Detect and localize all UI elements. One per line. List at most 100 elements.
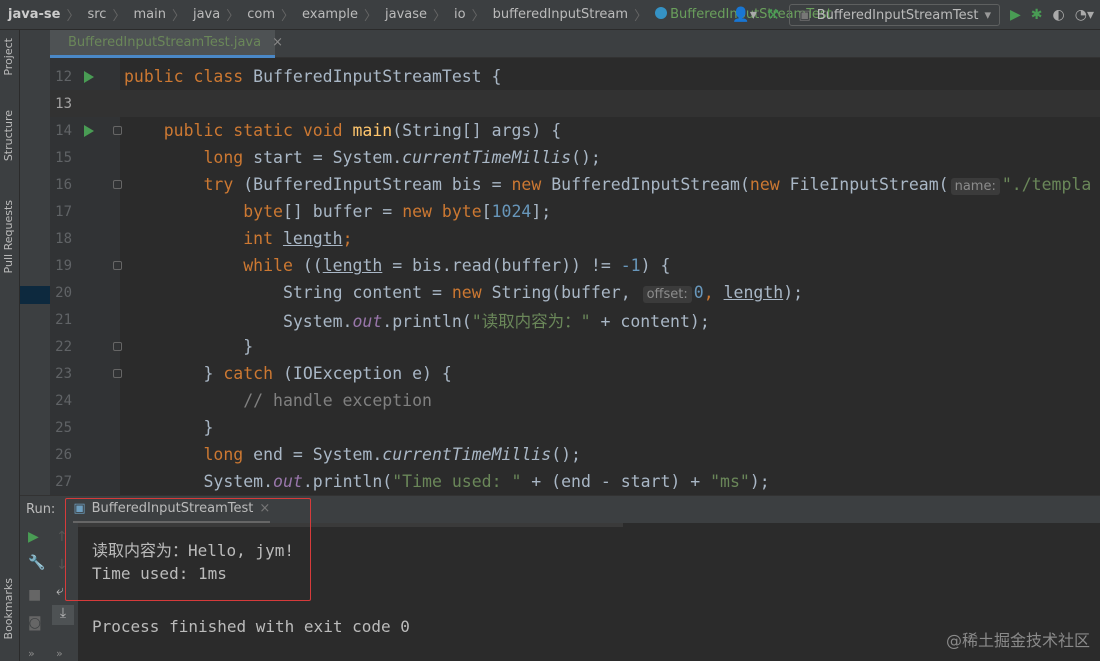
editor-tabs: BufferedInputStreamTest.java × bbox=[50, 30, 1100, 58]
code-token: + content); bbox=[590, 311, 710, 331]
more-icon[interactable]: » bbox=[28, 647, 35, 660]
breadcrumb-item[interactable]: src bbox=[87, 7, 106, 22]
code-token: = bis.read(buffer)) != bbox=[382, 256, 621, 275]
code-line: 14 public static void main(String[] args… bbox=[50, 117, 1100, 144]
tab-bufferedinputstreamtest[interactable]: BufferedInputStreamTest.java × bbox=[50, 30, 283, 58]
breadcrumb-item[interactable]: main bbox=[133, 7, 165, 22]
breadcrumb-label: java-se bbox=[8, 7, 61, 22]
pull-requests-tool-tab[interactable]: Pull Requests bbox=[2, 200, 15, 273]
breadcrumb-item[interactable]: example bbox=[302, 7, 358, 22]
build-hammer-icon[interactable]: ⚒ bbox=[767, 8, 780, 22]
line-number: 22 bbox=[55, 338, 72, 355]
bookmarks-tool-tab[interactable]: Bookmarks bbox=[2, 578, 15, 639]
run-configuration-select[interactable]: ▣ BufferedInputStreamTest ▾ bbox=[789, 4, 1001, 26]
code-token: new bbox=[451, 283, 492, 302]
fold-icon[interactable] bbox=[113, 261, 122, 270]
code-editor[interactable]: 12 public class BufferedInputStreamTest {… bbox=[50, 58, 1100, 495]
close-icon[interactable]: × bbox=[272, 35, 283, 50]
breadcrumb-item[interactable]: java bbox=[193, 7, 220, 22]
breadcrumb-separator: 〉 bbox=[226, 9, 240, 24]
code-text: } bbox=[124, 418, 213, 437]
code-token: ; bbox=[342, 229, 353, 248]
project-tool-tab[interactable]: Project bbox=[2, 38, 15, 76]
code-line: 18 int length; bbox=[50, 225, 1100, 252]
debug-icon[interactable]: ✱ bbox=[1031, 8, 1043, 22]
line-number: 18 bbox=[55, 230, 72, 247]
fold-icon[interactable] bbox=[113, 126, 122, 135]
run-gutter-icon[interactable] bbox=[84, 124, 94, 137]
run-icon[interactable]: ▶ bbox=[1010, 8, 1021, 22]
code-token: currentTimeMillis bbox=[402, 148, 572, 167]
user-icon[interactable]: 👤▾ bbox=[732, 8, 756, 22]
stop-icon[interactable]: ■ bbox=[28, 587, 41, 603]
breadcrumb-item[interactable]: com bbox=[247, 7, 275, 22]
line-number: 13 bbox=[55, 95, 72, 112]
code-token: BufferedInputStream( bbox=[551, 175, 750, 194]
code-token: } bbox=[124, 418, 214, 437]
code-text: long end = System.currentTimeMillis(); bbox=[124, 445, 581, 464]
toolbar: 👤▾ ⚒ ▣ BufferedInputStreamTest ▾ ▶ ✱ ◐ ◔▾ bbox=[732, 0, 1100, 30]
code-line: 17 byte[] buffer = new byte[1024]; bbox=[50, 198, 1100, 225]
code-token: length bbox=[282, 229, 343, 248]
breadcrumb-item[interactable]: java-se bbox=[8, 7, 60, 22]
run-gutter-icon[interactable] bbox=[84, 70, 94, 83]
code-token: (String[] args) { bbox=[392, 121, 562, 140]
code-token: String(buffer, bbox=[491, 283, 641, 302]
camera-icon[interactable]: ◙ bbox=[28, 615, 42, 631]
line-number: 23 bbox=[55, 365, 72, 382]
code-line: 16 try (BufferedInputStream bis = new Bu… bbox=[50, 171, 1100, 198]
code-token: try bbox=[203, 175, 244, 194]
code-line: 21 System.out.println("读取内容为：" + content… bbox=[50, 306, 1100, 333]
selected-tree-item[interactable] bbox=[20, 286, 50, 304]
fold-icon[interactable] bbox=[113, 180, 122, 189]
rerun-icon[interactable]: ▶ bbox=[28, 529, 39, 545]
code-token: -1 bbox=[620, 256, 641, 275]
profile-icon[interactable]: ◔▾ bbox=[1075, 8, 1094, 22]
code-token: while bbox=[243, 256, 303, 275]
soft-wrap-icon[interactable]: ⤶ bbox=[56, 583, 64, 599]
coverage-icon[interactable]: ◐ bbox=[1053, 8, 1065, 22]
code-token: public class bbox=[124, 67, 254, 86]
code-text: public static void main(String[] args) { bbox=[124, 121, 561, 140]
code-token: ) { bbox=[640, 256, 671, 275]
code-token: (); bbox=[551, 445, 581, 464]
code-token: (( bbox=[302, 256, 323, 275]
wrench-icon[interactable]: 🔧 bbox=[28, 555, 45, 571]
code-token: } bbox=[124, 337, 254, 356]
code-text: System.out.println("Time used: " + (end … bbox=[124, 472, 769, 491]
fold-icon[interactable] bbox=[113, 369, 122, 378]
code-token: out bbox=[352, 311, 383, 331]
structure-tool-tab[interactable]: Structure bbox=[2, 110, 15, 161]
code-token: .println( bbox=[302, 472, 393, 491]
code-token: length bbox=[322, 256, 383, 275]
run-label: Run: bbox=[26, 502, 56, 517]
more-icon[interactable]: » bbox=[56, 647, 63, 660]
code-token: , bbox=[703, 283, 724, 302]
code-line: 12 public class BufferedInputStreamTest { bbox=[50, 63, 1100, 90]
breadcrumb-item[interactable]: bufferedInputStream bbox=[493, 7, 628, 22]
code-token: int bbox=[243, 229, 283, 248]
breadcrumb-item[interactable]: io bbox=[454, 7, 466, 22]
breadcrumb-label: example bbox=[302, 7, 358, 22]
line-number: 12 bbox=[55, 68, 72, 85]
line-number: 20 bbox=[55, 284, 72, 301]
code-token: catch bbox=[223, 364, 283, 383]
breadcrumb-separator: 〉 bbox=[171, 9, 185, 24]
code-token: start = System. bbox=[253, 148, 403, 167]
code-token: currentTimeMillis bbox=[382, 445, 552, 464]
code-line: 20 String content = new String(buffer, o… bbox=[50, 279, 1100, 306]
code-line: 15 long start = System.currentTimeMillis… bbox=[50, 144, 1100, 171]
breadcrumb-item[interactable]: javase bbox=[385, 7, 427, 22]
scroll-to-end-icon[interactable]: ⤓ bbox=[52, 605, 74, 625]
code-token: FileInputStream( bbox=[789, 175, 949, 194]
code-token: + (end - start) + bbox=[521, 472, 711, 491]
code-line: 26 long end = System.currentTimeMillis()… bbox=[50, 441, 1100, 468]
fold-icon[interactable] bbox=[113, 342, 122, 351]
parameter-hint: offset: bbox=[642, 286, 692, 303]
line-number: 14 bbox=[55, 122, 72, 139]
